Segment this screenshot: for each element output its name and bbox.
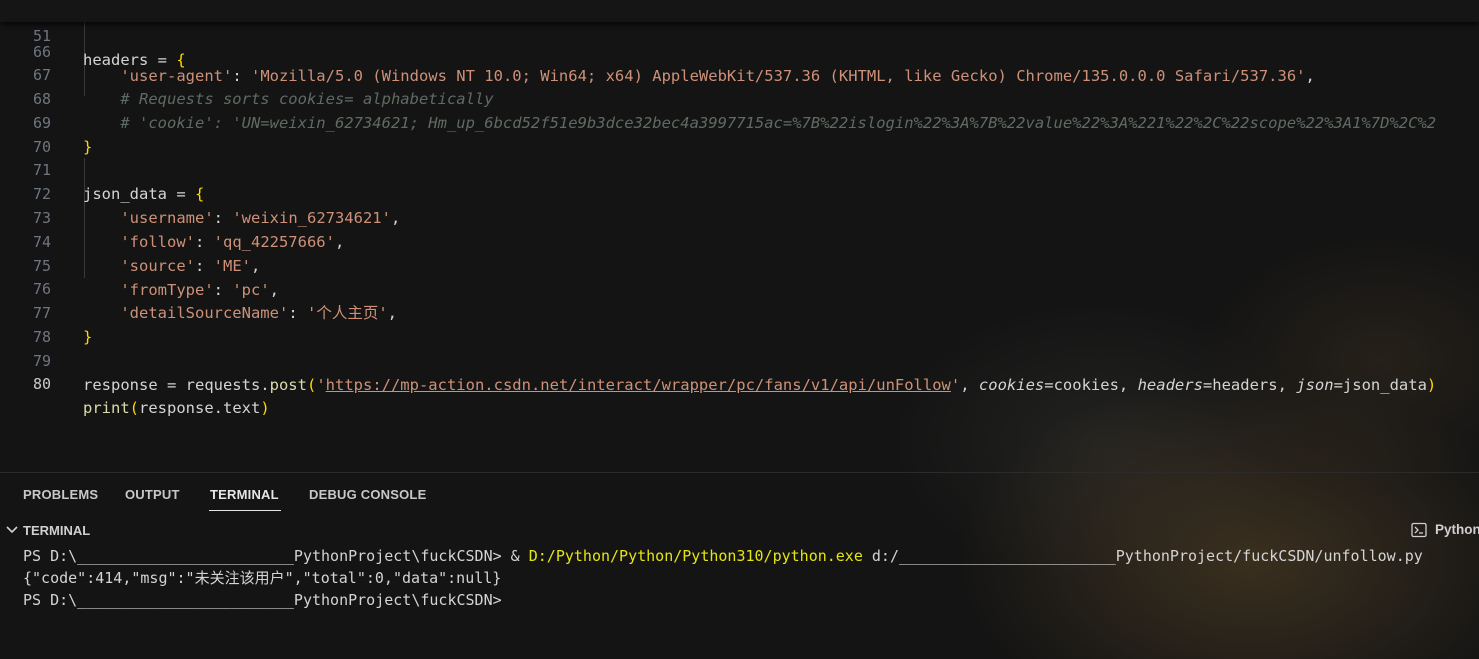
terminal-operator: & [510, 547, 529, 565]
code-line-77[interactable]: 77 } [0, 277, 1479, 346]
terminal-profile-label[interactable]: Python [1435, 522, 1479, 537]
chevron-down-icon[interactable] [5, 523, 19, 537]
terminal-section-title: TERMINAL [23, 523, 91, 538]
code-text: response = requests. [83, 376, 270, 394]
code-line-79[interactable]: 79 response = requests.post('https://mp-… [0, 325, 1479, 394]
code-line-78[interactable]: 78 [0, 301, 1479, 346]
sticky-scroll-header[interactable]: 51 headers = { [0, 0, 1479, 69]
active-tab-indicator [209, 510, 281, 511]
code-line-69[interactable]: 69 } [0, 87, 1479, 156]
terminal-prompt: PS D:\________________________PythonProj… [23, 547, 511, 565]
code-line-74[interactable]: 74 'source': 'ME', [0, 206, 1479, 275]
function-name: print [83, 399, 130, 417]
code-line-73[interactable]: 73 'follow': 'qq_42257666', [0, 182, 1479, 251]
script-path: d:/________________________PythonProject… [862, 547, 1423, 565]
code-line-67[interactable]: 67 # Requests sorts cookies= alphabetica… [0, 39, 1479, 108]
code-line-71[interactable]: 71 json_data = { [0, 134, 1479, 203]
terminal-shell-icon[interactable] [1411, 522, 1427, 538]
terminal-line: {"code":414,"msg":"未关注该用户","total":0,"da… [23, 569, 502, 587]
code-line-72[interactable]: 72 'username': 'weixin_62734621', [0, 158, 1479, 227]
call-argument: response.text [139, 399, 261, 417]
code-line-68[interactable]: 68 # 'cookie': 'UN=weixin_62734621; Hm_u… [0, 63, 1479, 132]
terminal-section-header[interactable]: TERMINAL Python [0, 517, 1479, 543]
function-name: post [269, 376, 307, 394]
python-executable-path: D:/Python/Python/Python310/python.exe [528, 547, 863, 565]
kwarg-name: json [1296, 376, 1334, 394]
code-editor[interactable]: 66 'user-agent': 'Mozilla/5.0 (Windows N… [0, 0, 1479, 472]
api-url-link[interactable]: https://mp-action.csdn.net/interact/wrap… [326, 376, 951, 394]
kwarg-name: headers [1137, 376, 1203, 394]
code-line-80[interactable]: 80 print(response.text) [0, 348, 1479, 417]
tab-debug-console[interactable]: DEBUG CONSOLE [309, 487, 426, 502]
line-number: 51 [32, 27, 51, 45]
line-number: 80 [32, 375, 51, 393]
tab-output[interactable]: OUTPUT [125, 487, 180, 502]
kwarg-value: headers [1212, 376, 1278, 394]
panel-tabs: PROBLEMS OUTPUT TERMINAL DEBUG CONSOLE [0, 473, 1479, 517]
code-line-75[interactable]: 75 'fromType': 'pc', [0, 230, 1479, 299]
kwarg-name: cookies [978, 376, 1045, 394]
tab-problems[interactable]: PROBLEMS [23, 487, 98, 502]
kwarg-value: json_data [1342, 376, 1427, 394]
tab-terminal[interactable]: TERMINAL [210, 487, 279, 502]
terminal-line: PS D:\________________________PythonProj… [23, 545, 1423, 567]
kwarg-value: cookies [1053, 376, 1119, 394]
terminal-line: PS D:\________________________PythonProj… [23, 591, 502, 609]
code-line-76[interactable]: 76 'detailSourceName': '个人主页', [0, 253, 1479, 322]
code-line-70[interactable]: 70 [0, 111, 1479, 156]
